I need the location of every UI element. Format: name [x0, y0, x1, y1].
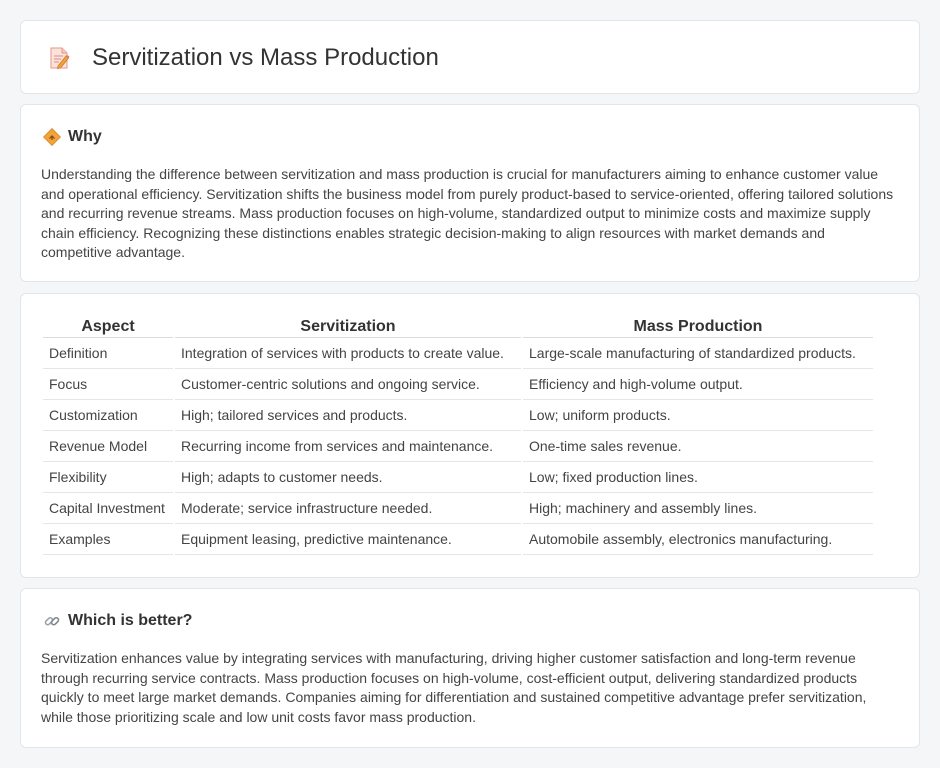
cell-mass-production: One-time sales revenue. — [523, 431, 873, 462]
cell-servitization: Moderate; service infrastructure needed. — [175, 493, 521, 524]
comparison-table: Aspect Servitization Mass Production Def… — [41, 316, 875, 555]
header-mass-production: Mass Production — [523, 316, 873, 338]
why-heading-row: Why — [42, 127, 102, 147]
cell-mass-production: Automobile assembly, electronics manufac… — [523, 524, 873, 555]
table-row: Revenue Model Recurring income from serv… — [43, 431, 873, 462]
cell-mass-production: Large-scale manufacturing of standardize… — [523, 338, 873, 369]
comparison-card: Aspect Servitization Mass Production Def… — [20, 293, 920, 578]
cell-servitization: Integration of services with products to… — [175, 338, 521, 369]
cell-aspect: Revenue Model — [43, 431, 173, 462]
header-servitization: Servitization — [175, 316, 521, 338]
header-aspect: Aspect — [43, 316, 173, 338]
table-row: Examples Equipment leasing, predictive m… — [43, 524, 873, 555]
why-text: Understanding the difference between ser… — [41, 166, 894, 261]
link-icon — [43, 612, 61, 630]
table-row: Focus Customer-centric solutions and ong… — [43, 369, 873, 400]
cell-aspect: Flexibility — [43, 462, 173, 493]
table-row: Customization High; tailored services an… — [43, 400, 873, 431]
table-row: Capital Investment Moderate; service inf… — [43, 493, 873, 524]
better-heading-row: Which is better? — [43, 611, 192, 631]
cell-servitization: Customer-centric solutions and ongoing s… — [175, 369, 521, 400]
cell-servitization: High; adapts to customer needs. — [175, 462, 521, 493]
cell-mass-production: Low; fixed production lines. — [523, 462, 873, 493]
title-card: Servitization vs Mass Production — [20, 20, 920, 94]
cell-aspect: Definition — [43, 338, 173, 369]
cell-servitization: High; tailored services and products. — [175, 400, 521, 431]
better-heading: Which is better? — [68, 612, 193, 629]
table-row: Definition Integration of services with … — [43, 338, 873, 369]
table-row: Flexibility High; adapts to customer nee… — [43, 462, 873, 493]
table-header-row: Aspect Servitization Mass Production — [43, 316, 873, 338]
document-pencil-icon — [46, 45, 72, 71]
cell-aspect: Examples — [43, 524, 173, 555]
why-card: Why Understanding the difference between… — [20, 104, 920, 282]
title-row: Servitization vs Mass Production — [46, 43, 439, 73]
better-card: Which is better? Servitization enhances … — [20, 588, 920, 748]
cell-mass-production: Efficiency and high-volume output. — [523, 369, 873, 400]
cell-servitization: Equipment leasing, predictive maintenanc… — [175, 524, 521, 555]
cell-aspect: Customization — [43, 400, 173, 431]
cell-servitization: Recurring income from services and maint… — [175, 431, 521, 462]
page-title: Servitization vs Mass Production — [92, 44, 439, 71]
cell-aspect: Focus — [43, 369, 173, 400]
diamond-sign-icon — [42, 127, 62, 147]
cell-mass-production: Low; uniform products. — [523, 400, 873, 431]
better-text: Servitization enhances value by integrat… — [41, 650, 867, 725]
cell-aspect: Capital Investment — [43, 493, 173, 524]
why-heading: Why — [68, 128, 102, 145]
cell-mass-production: High; machinery and assembly lines. — [523, 493, 873, 524]
